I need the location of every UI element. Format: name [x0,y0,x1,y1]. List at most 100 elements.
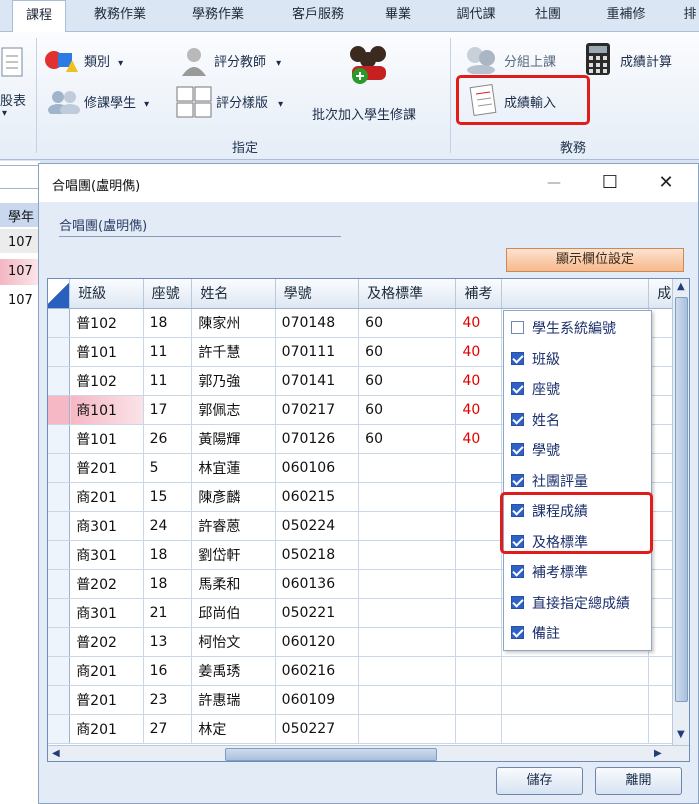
cell-name[interactable]: 邱尚伯 [191,598,276,628]
column-menu-item[interactable]: 學號 [504,435,651,465]
cell-pass-standard[interactable] [358,685,457,715]
column-header-seat[interactable]: 座號 [143,279,193,309]
cell-hidden[interactable] [501,656,650,686]
cell-class[interactable]: 普202 [69,627,144,657]
cell-pass-standard[interactable] [358,453,457,483]
tab-graduation[interactable]: 畢業 [378,0,418,32]
cell-seat[interactable]: 13 [143,627,193,657]
cell-seat[interactable]: 16 [143,656,193,686]
checkbox[interactable] [511,412,524,426]
cell-makeup[interactable] [455,685,503,715]
close-button[interactable]: ✕ [653,171,679,197]
grid-corner[interactable] [48,279,71,309]
cell-class[interactable]: 普101 [69,424,144,454]
cell-pass-standard[interactable] [358,482,457,512]
cell-seat[interactable]: 17 [143,395,193,425]
checkbox[interactable] [511,565,524,578]
cell-pass-standard[interactable] [358,656,457,686]
cell-makeup[interactable]: 40 [455,366,503,396]
cell-makeup[interactable]: 40 [455,308,503,338]
cell-pass-standard[interactable] [358,569,457,599]
cell-name[interactable]: 劉岱軒 [191,540,276,570]
table-row[interactable]: 普201 23 許惠瑞 060109 [48,685,689,715]
row-header[interactable] [48,627,71,657]
cell-name[interactable]: 陳家州 [191,308,276,338]
row-header[interactable] [48,453,71,483]
column-menu-item[interactable]: 直接指定總成績 [504,588,651,618]
cell-name[interactable]: 郭乃強 [191,366,276,396]
table-row[interactable]: 商201 16 姜禹琇 060216 [48,656,689,686]
group-class-button[interactable]: 分組上課 [504,51,556,70]
cell-class[interactable]: 商101 [69,395,144,425]
cell-class[interactable]: 普201 [69,453,144,483]
row-header[interactable] [48,540,71,570]
cell-pass-standard[interactable]: 60 [358,308,457,338]
tab-club[interactable]: 社團 [528,0,568,32]
row-header[interactable] [48,366,71,396]
tab-course[interactable]: 課程 [12,0,66,33]
row-header[interactable] [48,424,71,454]
cell-seat[interactable]: 11 [143,337,193,367]
list-item[interactable]: 107 [8,293,33,308]
tab-academic[interactable]: 教務作業 [80,0,160,32]
row-header[interactable] [48,482,71,512]
cell-name[interactable]: 許千慧 [191,337,276,367]
row-header[interactable] [48,308,71,338]
cell-class[interactable]: 商301 [69,598,144,628]
cell-student-id[interactable]: 070217 [275,395,360,425]
scroll-up-arrow-icon[interactable]: ▲ [677,281,685,292]
scroll-left-arrow-icon[interactable]: ◀ [52,748,60,759]
horizontal-scroll-thumb[interactable] [225,748,437,761]
cell-pass-standard[interactable]: 60 [358,395,457,425]
checkbox[interactable] [511,473,524,487]
column-header-class[interactable]: 班級 [69,279,144,309]
cell-student-id[interactable]: 060106 [275,453,360,483]
cell-student-id[interactable]: 050218 [275,540,360,570]
checkbox[interactable] [511,382,524,395]
column-header-hidden[interactable] [501,279,650,309]
cell-name[interactable]: 黃陽輝 [191,424,276,454]
row-header[interactable] [48,656,71,686]
cell-student-id[interactable]: 060120 [275,627,360,657]
cell-pass-standard[interactable]: 60 [358,366,457,396]
row-header[interactable] [48,337,71,367]
cell-student-id[interactable]: 060215 [275,482,360,512]
cell-student-id[interactable]: 050224 [275,511,360,541]
row-header[interactable] [48,598,71,628]
list-item[interactable]: 107 [8,235,33,250]
row-header[interactable] [48,395,71,425]
tab-customer-service[interactable]: 客戶服務 [278,0,358,32]
cell-class[interactable]: 商201 [69,714,144,744]
cell-seat[interactable]: 24 [143,511,193,541]
checkbox[interactable] [511,351,524,365]
cell-pass-standard[interactable] [358,627,457,657]
column-menu-item[interactable]: 座號 [504,374,651,404]
row-header[interactable] [48,714,71,744]
checkbox[interactable] [511,626,524,639]
cell-seat[interactable]: 27 [143,714,193,744]
cell-seat[interactable]: 18 [143,540,193,570]
cell-makeup[interactable]: 40 [455,337,503,367]
cell-student-id[interactable]: 060216 [275,656,360,686]
cell-class[interactable]: 商201 [69,656,144,686]
cell-name[interactable]: 許惠瑞 [191,685,276,715]
cell-name[interactable]: 林宜蓮 [191,453,276,483]
cell-pass-standard[interactable] [358,540,457,570]
grading-template-button[interactable]: 評分樣版 ▾ [216,92,283,111]
list-item[interactable]: 107 [8,264,33,279]
cell-class[interactable]: 普101 [69,337,144,367]
cell-student-id[interactable]: 070141 [275,366,360,396]
cell-class[interactable]: 普201 [69,685,144,715]
cell-makeup[interactable]: 40 [455,424,503,454]
cell-name[interactable]: 柯怡文 [191,627,276,657]
column-menu-item[interactable]: 班級 [504,344,651,374]
cell-class[interactable]: 商301 [69,511,144,541]
cell-class[interactable]: 商301 [69,540,144,570]
cell-makeup[interactable]: 40 [455,395,503,425]
cell-student-id[interactable]: 060109 [275,685,360,715]
cell-makeup[interactable] [455,482,503,512]
tab-substitute[interactable]: 調代課 [446,0,506,32]
cell-name[interactable]: 姜禹琇 [191,656,276,686]
cell-makeup[interactable] [455,714,503,744]
column-header-student-id[interactable]: 學號 [275,279,360,309]
